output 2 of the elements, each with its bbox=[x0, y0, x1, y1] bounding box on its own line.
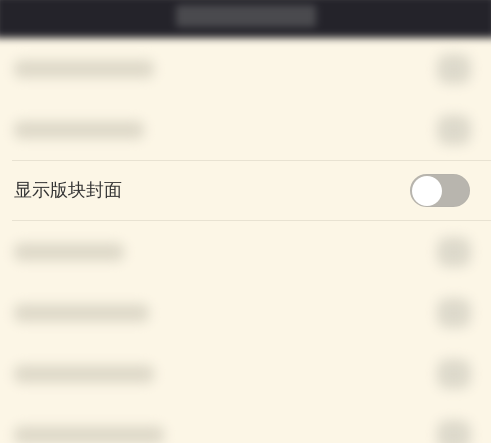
setting-label: 显示版块封面 bbox=[14, 179, 122, 203]
toggle-switch[interactable] bbox=[410, 174, 470, 207]
